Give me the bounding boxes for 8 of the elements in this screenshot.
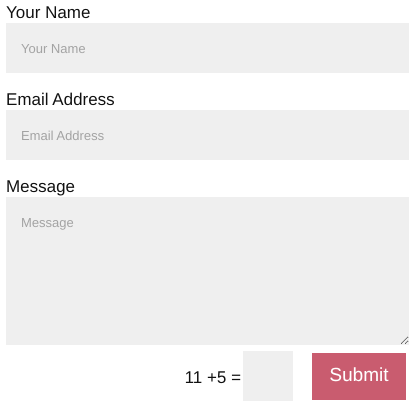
input-field[interactable]: Your Name [6,23,409,73]
captcha-question: 11 +5 = [184,367,241,390]
field-label: Your Name [6,2,90,23]
message-field[interactable]: Message [6,197,409,345]
submit-button[interactable]: Submit [312,352,406,400]
field-label: Email Address [6,89,115,110]
field-label: Message [6,176,75,197]
input-field[interactable]: Email Address [6,110,409,160]
